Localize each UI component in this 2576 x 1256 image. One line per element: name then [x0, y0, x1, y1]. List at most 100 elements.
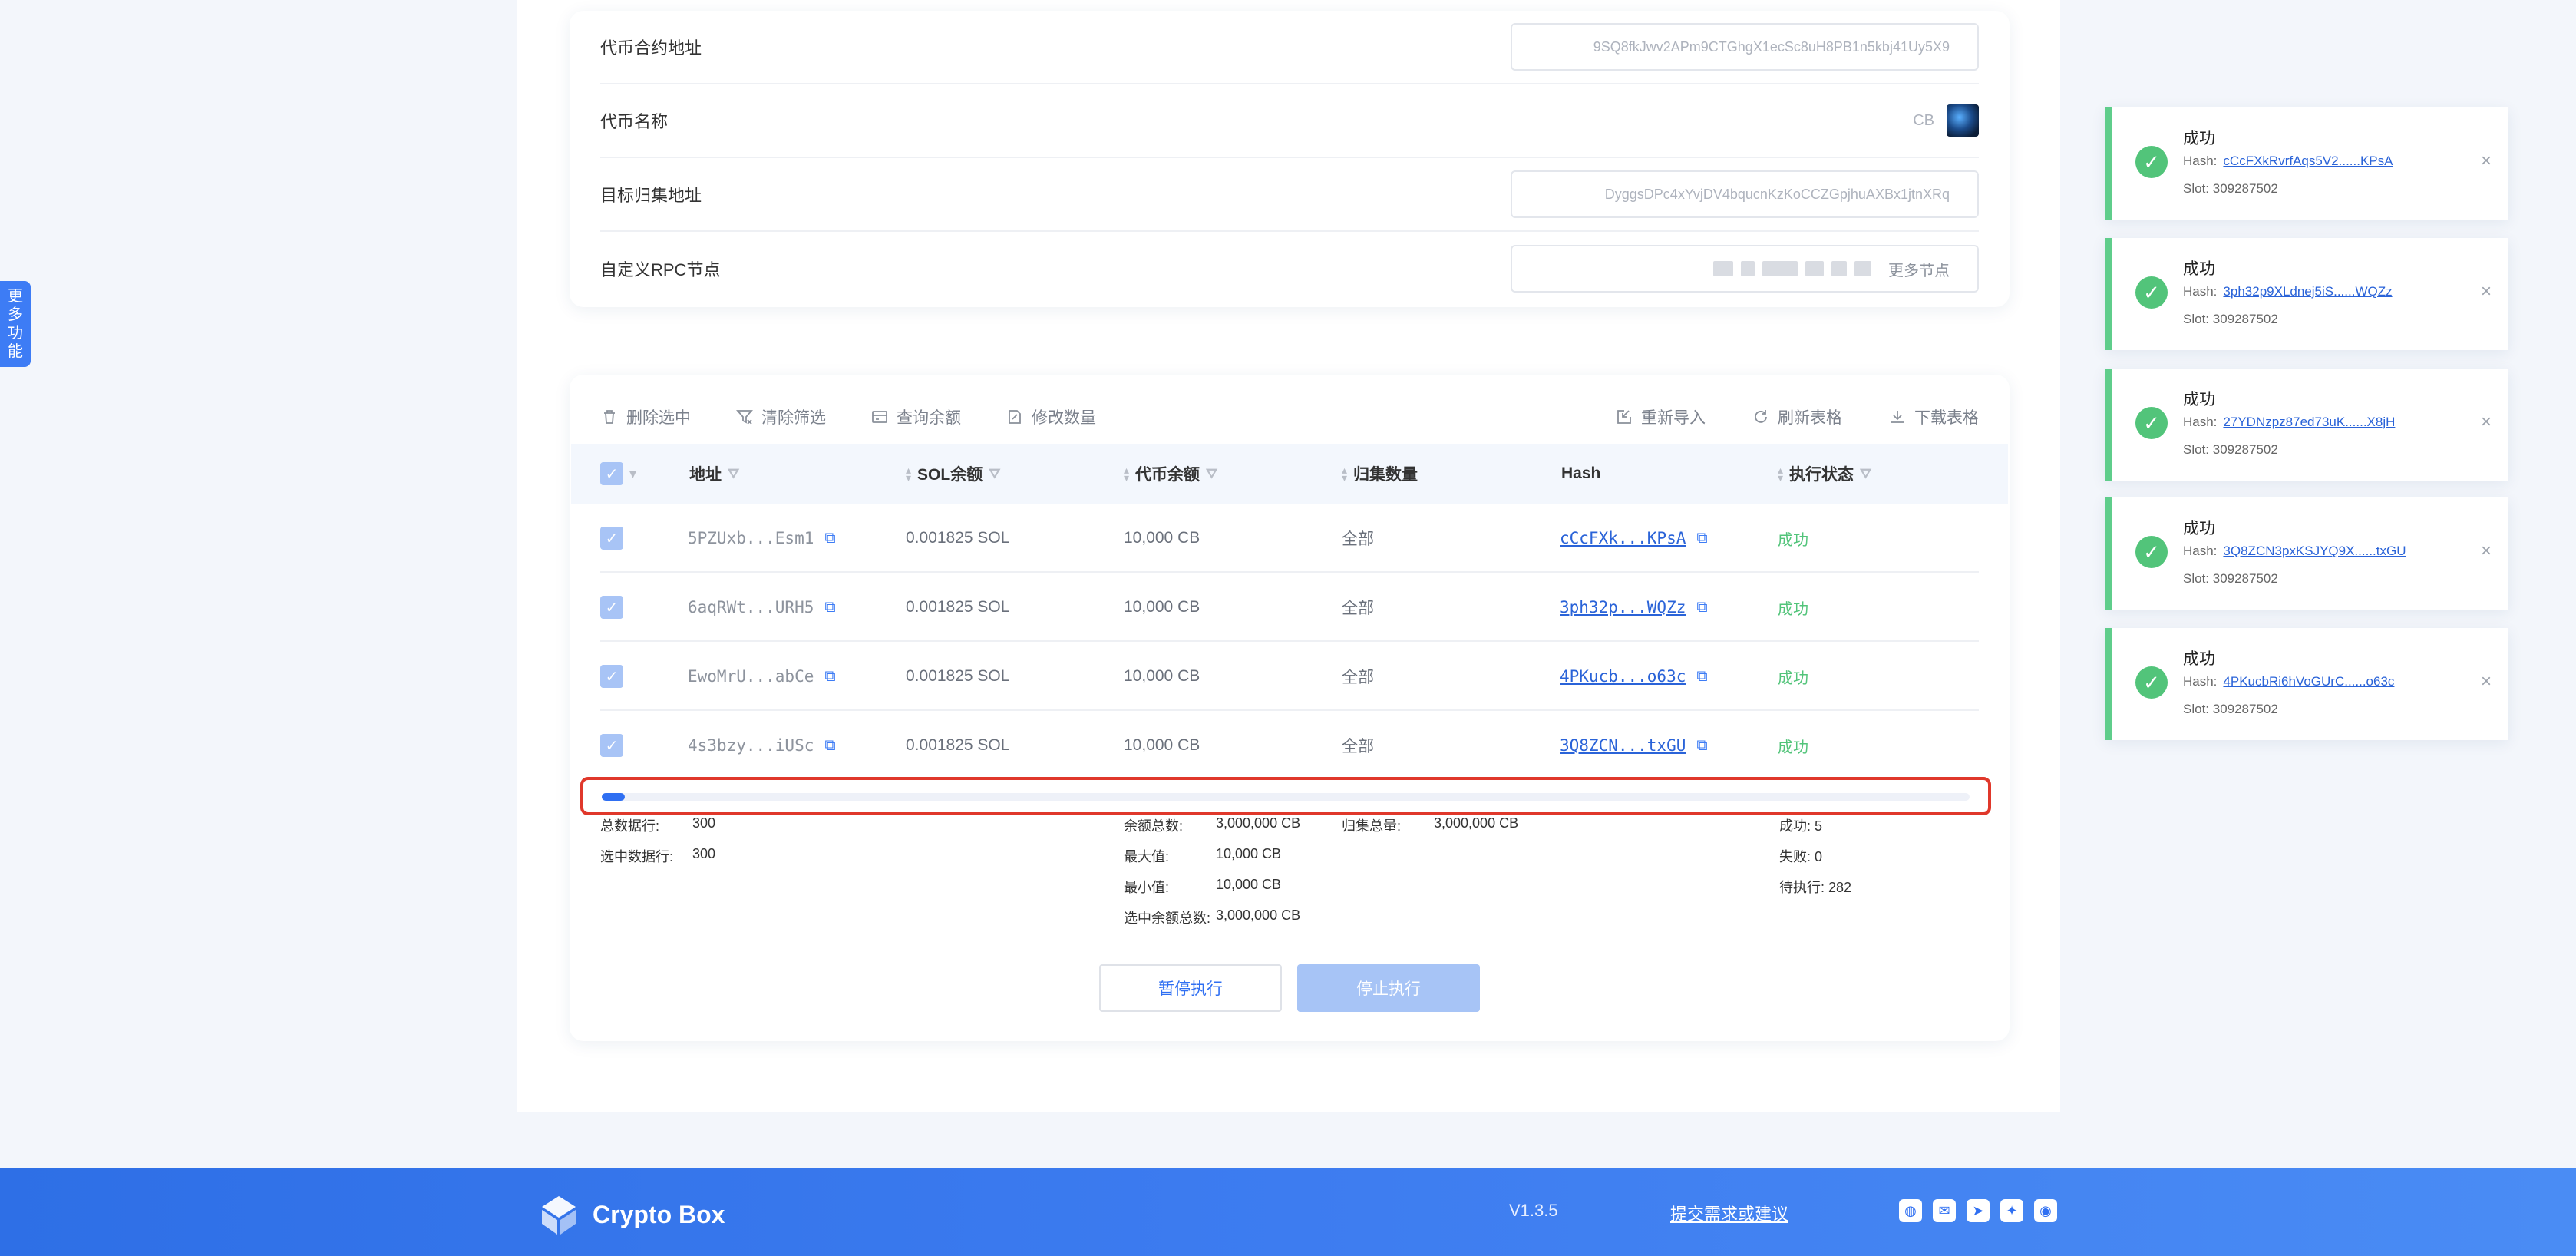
- copy-icon[interactable]: ⧉: [824, 737, 835, 755]
- toast-title: 成功: [2183, 391, 2215, 408]
- contract-address-input[interactable]: 9SQ8fkJwv2APm9CTGhgX1ecSc8uH8PB1n5kbj41U…: [1511, 23, 1979, 71]
- close-icon[interactable]: ×: [2481, 281, 2492, 302]
- toast-hash-link[interactable]: 3Q8ZCN3pxKSJYQ9X......txGU: [2223, 544, 2406, 558]
- rpc-row: 自定义RPC节点 更多节点: [600, 232, 1979, 306]
- twitter-icon[interactable]: ✦: [2000, 1199, 2023, 1222]
- brand-logo[interactable]: Crypto Box: [536, 1192, 725, 1238]
- hash-link[interactable]: 3Q8ZCN...txGU: [1560, 736, 1686, 755]
- sort-icon[interactable]: ▴ ▾: [1778, 464, 1783, 483]
- modify-amount-button[interactable]: 修改数量: [1006, 405, 1096, 428]
- pause-button[interactable]: 暂停执行: [1099, 964, 1282, 1012]
- token-name-row: 代币名称 CB: [600, 84, 1979, 158]
- table-header: ✓ ▾ 地址 ⛛ ▴ ▾ SOL余额 ⛛ ▴ ▾ 代币余额 ⛛ ▴ ▾ 归集数量 Ha…: [571, 444, 2008, 504]
- telegram-icon[interactable]: ➤: [1967, 1199, 1990, 1222]
- download-table-button[interactable]: 下载表格: [1888, 405, 1979, 428]
- table-row[interactable]: ✓ 4s3bzy...iUSc ⧉ 0.001825 SOL 10,000 CB …: [600, 711, 1979, 780]
- close-icon[interactable]: ×: [2481, 671, 2492, 692]
- wechat-icon[interactable]: ◍: [1899, 1199, 1922, 1222]
- toast-hash-link[interactable]: 4PKucbRi6hVoGUrC......o63c: [2223, 674, 2394, 689]
- check-icon: ✓: [600, 462, 623, 485]
- token-cell: 10,000 CB: [1124, 529, 1200, 547]
- filter-icon[interactable]: ⛛: [728, 466, 739, 482]
- hash-link[interactable]: cCcFXk...KPsA: [1560, 529, 1686, 547]
- row-checkbox[interactable]: ✓: [600, 527, 623, 550]
- download-icon: [1891, 411, 1904, 423]
- collect-total-stat: 归集总量: 3,000,000 CB: [1342, 815, 1518, 835]
- success-toast: ✓ 成功 Hash: 3ph32p9XLdnej5iS......WQZz Slo…: [2105, 238, 2508, 350]
- success-toast: ✓ 成功 Hash: 3Q8ZCN3pxKSJYQ9X......txGU Slo…: [2105, 497, 2508, 610]
- status-cell: 成功: [1778, 669, 1808, 687]
- rpc-label: 自定义RPC节点: [600, 260, 721, 279]
- table-row[interactable]: ✓ EwoMrU...abCe ⧉ 0.001825 SOL 10,000 CB …: [600, 642, 1979, 711]
- toast-hash-label: Hash:: [2183, 415, 2218, 429]
- header-collect-amount: ▴ ▾ 归集数量: [1342, 462, 1418, 485]
- row-checkbox[interactable]: ✓: [600, 596, 623, 619]
- token-cell: 10,000 CB: [1124, 736, 1200, 754]
- copy-icon[interactable]: ⧉: [1696, 668, 1707, 686]
- toast-hash-label: Hash:: [2183, 154, 2218, 168]
- reimport-button[interactable]: 重新导入: [1615, 405, 1706, 428]
- refresh-table-button[interactable]: 刷新表格: [1752, 405, 1842, 428]
- header-sol-label: SOL余额: [917, 466, 983, 484]
- sort-icon[interactable]: ▴ ▾: [1342, 464, 1347, 483]
- close-icon[interactable]: ×: [2481, 540, 2492, 562]
- copy-icon[interactable]: ⧉: [1696, 530, 1707, 547]
- sort-icon[interactable]: ▴ ▾: [1124, 464, 1129, 483]
- feedback-link[interactable]: 提交需求或建议: [1670, 1201, 1788, 1225]
- max-stat: 最大值: 10,000 CB: [1124, 846, 1281, 866]
- amount-cell: 全部: [1342, 669, 1374, 686]
- collect-total-label: 归集总量:: [1342, 818, 1402, 834]
- address-cell: 4s3bzy...iUSc: [688, 736, 814, 755]
- amount-cell: 全部: [1342, 600, 1374, 617]
- status-cell: 成功: [1778, 531, 1808, 549]
- clear-filter-button[interactable]: 清除筛选: [735, 405, 826, 428]
- toast-hash-link[interactable]: cCcFXkRvrfAqs5V2......KPsA: [2223, 154, 2393, 168]
- copy-icon[interactable]: ⧉: [1696, 599, 1707, 616]
- header-token-balance: ▴ ▾ 代币余额 ⛛: [1124, 462, 1217, 485]
- more-features-tab[interactable]: 更 多 功 能: [0, 281, 31, 367]
- row-checkbox[interactable]: ✓: [600, 665, 623, 688]
- target-address-input[interactable]: DyggsDPc4xYvjDV4bqucnKzKoCCZGpjhuAXBx1jt…: [1511, 170, 1979, 218]
- table-row[interactable]: ✓ 6aqRWt...URH5 ⧉ 0.001825 SOL 10,000 CB …: [600, 573, 1979, 642]
- table-row[interactable]: ✓ 5PZUxb...Esm1 ⧉ 0.001825 SOL 10,000 CB …: [600, 504, 1979, 573]
- token-name-label: 代币名称: [600, 112, 669, 131]
- chevron-down-icon[interactable]: ▾: [629, 466, 636, 482]
- toast-slot: Slot: 309287502: [2183, 442, 2278, 457]
- delete-selected-button[interactable]: 删除选中: [600, 405, 691, 428]
- filter-icon[interactable]: ⛛: [1860, 466, 1871, 482]
- header-hash-label: Hash: [1561, 464, 1601, 482]
- toast-hash: Hash: 4PKucbRi6hVoGUrC......o63c: [2183, 674, 2394, 689]
- max-value: 10,000 CB: [1216, 846, 1282, 861]
- target-label: 目标归集地址: [600, 186, 702, 205]
- hash-link[interactable]: 3ph32p...WQZz: [1560, 598, 1686, 616]
- token-cell: 10,000 CB: [1124, 667, 1200, 685]
- toast-hash-link[interactable]: 3ph32p9XLdnej5iS......WQZz: [2223, 284, 2392, 299]
- edit-icon: [1009, 410, 1021, 424]
- row-checkbox[interactable]: ✓: [600, 734, 623, 757]
- copy-icon[interactable]: ⧉: [1696, 737, 1707, 755]
- blurred-text: [1762, 261, 1798, 276]
- sol-cell: 0.001825 SOL: [906, 667, 1010, 685]
- chat-icon[interactable]: ◉: [2034, 1199, 2057, 1222]
- query-balance-button[interactable]: 查询余额: [870, 405, 961, 428]
- copy-icon[interactable]: ⧉: [824, 599, 835, 616]
- sol-cell: 0.001825 SOL: [906, 598, 1010, 616]
- copy-icon[interactable]: ⧉: [824, 530, 835, 547]
- more-nodes-button[interactable]: 更多节点: [1888, 258, 1950, 280]
- stop-button[interactable]: 停止执行: [1297, 964, 1480, 1012]
- total-rows-label: 总数据行:: [600, 818, 660, 834]
- close-icon[interactable]: ×: [2481, 412, 2492, 433]
- copy-icon[interactable]: ⧉: [824, 668, 835, 686]
- close-icon[interactable]: ×: [2481, 150, 2492, 172]
- select-all-checkbox[interactable]: ✓ ▾: [600, 462, 636, 485]
- mail-icon[interactable]: ✉: [1933, 1199, 1956, 1222]
- rpc-node-input[interactable]: 更多节点: [1511, 245, 1979, 293]
- toast-slot: Slot: 309287502: [2183, 571, 2278, 586]
- sort-icon[interactable]: ▴ ▾: [906, 464, 911, 483]
- toast-hash-link[interactable]: 27YDNzpz87ed73uK......X8jH: [2223, 415, 2395, 429]
- selected-rows-stat: 选中数据行: 300: [600, 846, 715, 866]
- hash-link[interactable]: 4PKucb...o63c: [1560, 667, 1686, 686]
- filter-icon[interactable]: ⛛: [1206, 466, 1217, 482]
- filter-icon[interactable]: ⛛: [989, 466, 1000, 482]
- more-features-char: 能: [8, 343, 23, 360]
